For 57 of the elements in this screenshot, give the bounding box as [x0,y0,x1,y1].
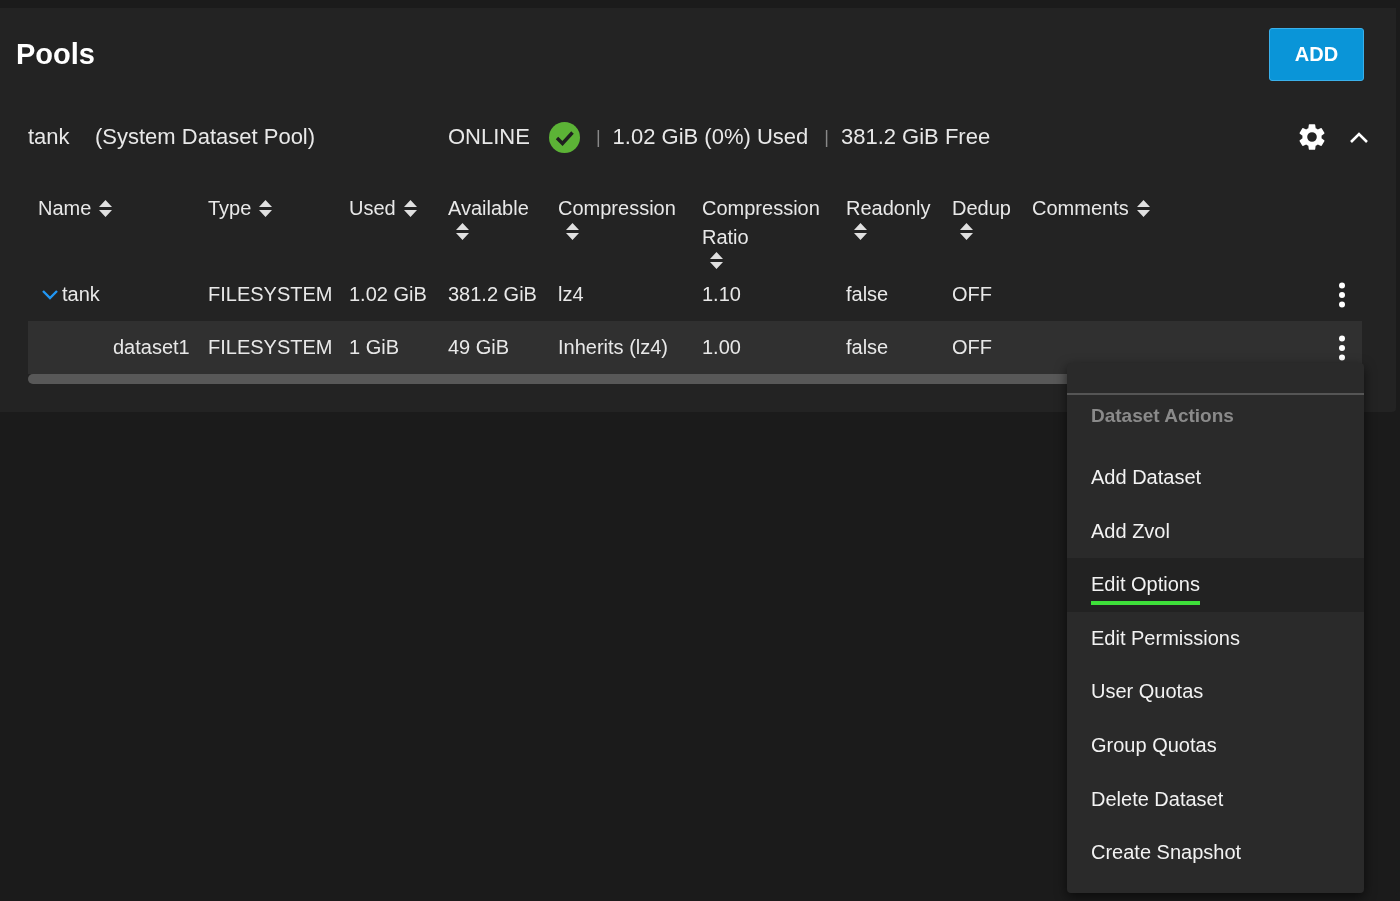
menu-heading: Dataset Actions [1090,404,1235,428]
pool-note: (System Dataset Pool) [95,124,317,150]
sort-icon[interactable] [99,200,113,217]
table-cell: tank [62,283,100,306]
table-cell: false [846,336,889,358]
column-header[interactable]: Compression [558,194,676,223]
table-cell: FILESYSTEM [208,336,333,358]
column-header[interactable]: Comments [1032,194,1129,223]
pool-stat: 381.2 GiB Free [840,124,991,150]
sort-icon[interactable] [710,252,723,269]
pool-name: tank [28,124,71,150]
column-header[interactable]: Dedup [952,194,1011,223]
sort-icon[interactable] [456,223,469,240]
column-header[interactable]: Compression Ratio [702,194,820,252]
table-row[interactable]: tank FILESYSTEM 1.02 GiB 381.2 GiB lz4 1.10 false OFF [28,268,1362,321]
sort-icon[interactable] [854,223,867,240]
menu-item[interactable]: Add Dataset [1067,451,1364,505]
table-row[interactable]: dataset1 FILESYSTEM 1 GiB 49 GiB Inherits (lz4) 1.00 false OFF [28,321,1362,374]
table-cell: 1.02 GiB [349,283,427,305]
table-cell: 49 GiB [448,336,510,358]
sort-icon[interactable] [960,223,973,240]
sort-icon[interactable] [259,200,273,217]
column-header[interactable]: Type [208,194,252,223]
table-cell: 1 GiB [349,336,400,358]
table-cell: 1.10 [702,283,741,305]
column-header[interactable]: Used [349,194,396,223]
menu-item[interactable]: Create Snapshot [1067,826,1364,880]
chevron-icon[interactable] [42,289,58,300]
column-header[interactable]: Available [448,194,529,223]
more-options-icon[interactable] [1338,334,1346,361]
sort-icon[interactable] [1136,200,1150,217]
menu-item[interactable]: Edit Permissions [1067,611,1364,666]
sort-icon[interactable] [566,223,579,240]
table-cell: FILESYSTEM [208,283,333,305]
table-cell: OFF [952,283,992,305]
column-header[interactable]: Readonly [846,194,931,223]
pool-stat: 1.02 GiB (0%) Used [612,124,809,150]
table-cell: dataset1 [113,336,190,359]
pool-status: ONLINE [448,124,530,150]
separator: | [824,126,829,148]
table-cell: lz4 [558,283,584,305]
menu-item[interactable]: Edit Options [1067,558,1364,612]
column-header[interactable]: Name [38,194,92,223]
menu-item[interactable]: Add Zvol [1067,504,1364,559]
table-cell: 381.2 GiB [448,283,537,305]
table-cell: Inherits (lz4) [558,336,669,358]
separator: | [595,126,601,148]
page-title: Pools [16,37,95,71]
table-cell: OFF [952,336,992,358]
more-options-icon[interactable] [1338,281,1346,308]
menu-item[interactable]: Group Quotas [1067,718,1364,773]
table-cell: 1.00 [702,336,741,358]
menu-item[interactable]: User Quotas [1067,665,1364,719]
table-cell: false [846,283,889,305]
chevron-up-icon[interactable] [1350,131,1368,143]
sort-icon[interactable] [403,200,417,217]
menu-item[interactable]: Delete Dataset [1067,772,1364,827]
